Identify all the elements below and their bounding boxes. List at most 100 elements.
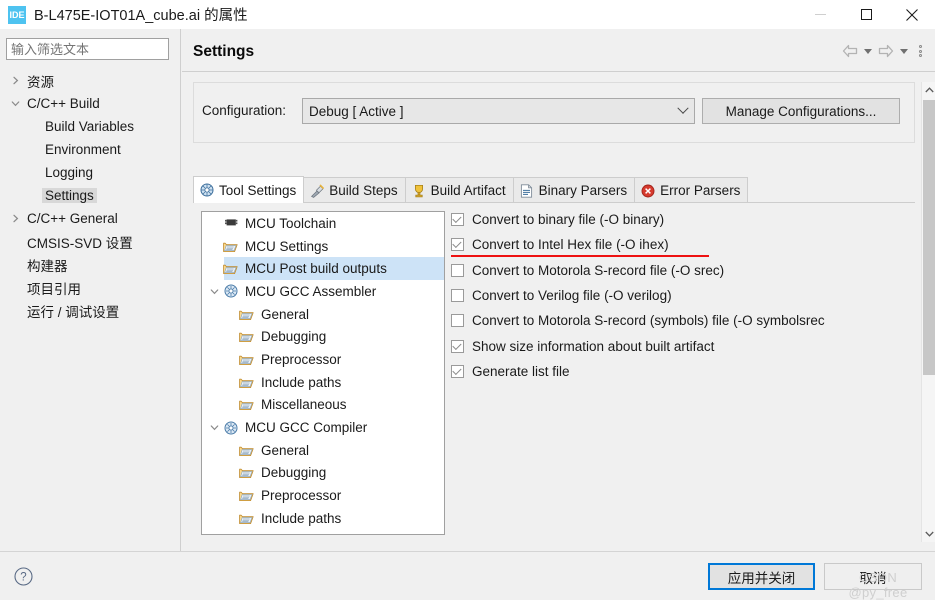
chevron-down-icon	[206, 423, 222, 432]
folder-icon	[239, 489, 254, 502]
tool-option-row[interactable]: Include paths	[202, 507, 444, 530]
back-button[interactable]	[841, 42, 859, 60]
scroll-up-button[interactable]	[922, 82, 935, 98]
vertical-dots-icon	[918, 54, 922, 57]
checkbox[interactable]	[451, 314, 464, 328]
sidebar-item-label: 项目引用	[27, 281, 81, 297]
filter-input[interactable]	[6, 38, 169, 60]
sidebar-item-cmsis-svd[interactable]: CMSIS-SVD 设置	[0, 230, 181, 253]
tool-option-row[interactable]: Include paths	[202, 371, 444, 394]
scrollbar-thumb[interactable]	[923, 100, 935, 375]
sidebar-item-c-c-build[interactable]: C/C++ Build	[0, 92, 181, 115]
tab-error-parsers[interactable]: Error Parsers	[634, 177, 749, 203]
tab-build-steps[interactable]: Build Steps	[303, 177, 406, 203]
sidebar-item-settings[interactable]: Settings	[0, 184, 181, 207]
tool-option-row[interactable]: MCU Post build outputs	[202, 257, 444, 281]
checkbox[interactable]	[451, 213, 464, 227]
chip-icon	[222, 217, 239, 229]
sidebar-item-[interactable]: 运行 / 调试设置	[0, 299, 181, 322]
gear-icon	[222, 284, 239, 298]
folder-icon	[239, 512, 254, 525]
checkbox[interactable]	[451, 339, 464, 353]
cancel-button[interactable]: 取消	[824, 563, 922, 590]
sidebar-item-label: Build Variables	[45, 119, 135, 134]
navigation-toolbar	[841, 42, 927, 60]
tool-option-row[interactable]: MCU Settings	[202, 235, 444, 258]
tool-option-row[interactable]: MCU Toolchain	[202, 212, 444, 235]
apply-and-close-button[interactable]: 应用并关闭	[708, 563, 815, 590]
maximize-button[interactable]	[843, 0, 889, 29]
forward-button[interactable]	[877, 42, 895, 60]
checkbox[interactable]	[451, 364, 464, 378]
tool-option-row[interactable]: Preprocessor	[202, 348, 444, 371]
configuration-label: Configuration:	[202, 103, 287, 118]
page-title: Settings	[193, 43, 255, 60]
tool-option-label: Debugging	[261, 329, 327, 345]
back-dropdown-button[interactable]	[861, 42, 875, 60]
sidebar-item-[interactable]: 资源	[0, 69, 181, 92]
output-option-row[interactable]: Convert to Verilog file (-O verilog)	[451, 283, 911, 308]
output-option-row[interactable]: Show size information about built artifa…	[451, 333, 911, 358]
sidebar-item-label: 资源	[27, 74, 54, 90]
view-menu-button[interactable]	[913, 42, 927, 60]
configuration-dropdown[interactable]: Debug [ Active ]	[302, 98, 695, 124]
maximize-icon	[860, 9, 872, 20]
tool-option-row[interactable]: Debugging	[202, 325, 444, 348]
error-parsers-icon	[641, 184, 655, 198]
sidebar-item-[interactable]: 项目引用	[0, 276, 181, 299]
sidebar-item-c-c-general[interactable]: C/C++ General	[0, 207, 181, 230]
output-option-label: Show size information about built artifa…	[472, 338, 715, 354]
tool-option-row[interactable]: MCU GCC Assembler	[202, 280, 444, 303]
folder-icon	[238, 512, 255, 525]
sidebar-item-build-variables[interactable]: Build Variables	[0, 115, 181, 138]
checkbox[interactable]	[451, 238, 464, 252]
sidebar-item-label: C/C++ Build	[27, 96, 100, 111]
folder-icon	[239, 466, 254, 479]
build-artifact-icon	[412, 184, 426, 198]
chevron-right-icon	[12, 214, 18, 223]
sidebar-tree: 资源 C/C++ Build Build Variables Environment L…	[0, 69, 181, 322]
scroll-down-button[interactable]	[922, 526, 935, 542]
sidebar-item-logging[interactable]: Logging	[0, 161, 181, 184]
folder-icon	[239, 353, 254, 366]
folder-icon	[239, 376, 254, 389]
tool-option-row[interactable]: Preprocessor	[202, 484, 444, 507]
tool-option-row[interactable]: General	[202, 439, 444, 462]
output-option-row[interactable]: Convert to Motorola S-record file (-O sr…	[451, 258, 911, 283]
tool-option-row[interactable]: MCU GCC Compiler	[202, 416, 444, 439]
checkbox[interactable]	[451, 289, 464, 303]
sidebar-item-[interactable]: 构建器	[0, 253, 181, 276]
chevron-down-icon	[210, 425, 218, 431]
tool-option-row[interactable]: Debugging	[202, 462, 444, 485]
tool-option-tree[interactable]: MCU Toolchain MCU Settings MCU Post build …	[201, 211, 445, 535]
tab-label: Binary Parsers	[538, 183, 628, 198]
vertical-scrollbar[interactable]	[921, 82, 935, 542]
tab-tool-settings[interactable]: Tool Settings	[193, 176, 305, 203]
checkbox[interactable]	[451, 263, 464, 277]
tab-label: Build Steps	[329, 183, 398, 198]
gear-icon	[222, 421, 239, 435]
output-option-row[interactable]: Convert to binary file (-O binary)	[451, 207, 911, 232]
window-title: B-L475E-IOT01A_cube.ai 的属性	[34, 8, 248, 24]
manage-configurations-button[interactable]: Manage Configurations...	[702, 98, 900, 124]
tab-label: Build Artifact	[430, 183, 506, 198]
output-option-row[interactable]: Generate list file	[451, 359, 911, 384]
tab-label: Error Parsers	[660, 183, 741, 198]
folder-icon	[238, 308, 255, 321]
tool-option-row[interactable]: Miscellaneous	[202, 394, 444, 417]
sidebar-item-environment[interactable]: Environment	[0, 138, 181, 161]
vertical-dots-icon	[918, 49, 922, 53]
output-option-row[interactable]: Convert to Motorola S-record (symbols) f…	[451, 308, 911, 333]
tool-option-label: MCU Post build outputs	[242, 260, 390, 278]
tool-option-row[interactable]: General	[202, 303, 444, 326]
help-button[interactable]: ?	[14, 567, 33, 586]
build-steps-icon	[310, 183, 325, 198]
close-button[interactable]	[889, 0, 935, 29]
forward-dropdown-button[interactable]	[897, 42, 911, 60]
output-option-row[interactable]: Convert to Intel Hex file (-O ihex)	[451, 232, 911, 257]
minimize-icon	[814, 14, 826, 15]
minimize-button[interactable]	[797, 0, 843, 29]
tab-binary-parsers[interactable]: Binary Parsers	[512, 177, 636, 203]
chevron-down-icon	[864, 48, 872, 54]
tab-build-artifact[interactable]: Build Artifact	[404, 177, 514, 203]
